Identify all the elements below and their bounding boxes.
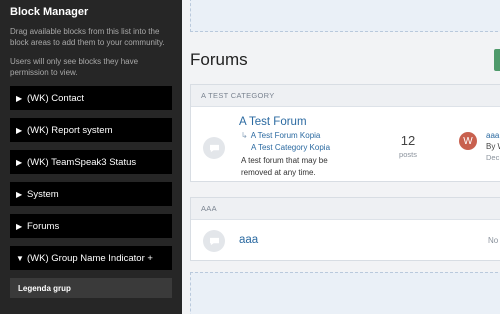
- sidebar-description: Drag available blocks from this list int…: [10, 27, 165, 47]
- forum-chat-icon: [203, 137, 225, 159]
- forum-title-link[interactable]: A Test Forum: [239, 116, 307, 128]
- forum-description: A test forum that may be removed at any …: [241, 156, 328, 177]
- caret-down-icon: ▼: [16, 253, 24, 263]
- block-drop-area-bottom[interactable]: [190, 272, 500, 314]
- block-item-teamspeak-status[interactable]: ▶ (WK) TeamSpeak3 Status: [10, 150, 172, 174]
- block-item-forums[interactable]: ▶ Forums: [10, 214, 172, 238]
- post-count: 12: [400, 133, 416, 148]
- caret-right-icon: ▶: [16, 157, 23, 167]
- block-item-group-name-indicator[interactable]: ▼ (WK) Group Name Indicator +: [10, 246, 172, 270]
- forum-chat-icon: [203, 230, 225, 252]
- block-label: (WK) TeamSpeak3 Status: [27, 156, 137, 168]
- last-post-title[interactable]: aaa: [486, 131, 499, 140]
- subforum-link[interactable]: ↳ A Test Forum Kopia: [241, 131, 320, 140]
- sidebar-title: Block Manager: [10, 6, 89, 18]
- caret-right-icon: ▶: [16, 125, 23, 135]
- block-label: System: [27, 188, 59, 200]
- avatar[interactable]: W: [459, 132, 477, 150]
- subforum-arrow-icon: ↳: [241, 131, 248, 140]
- forum-title-link[interactable]: aaa: [239, 234, 258, 246]
- caret-right-icon: ▶: [16, 189, 23, 199]
- block-item-report-system[interactable]: ▶ (WK) Report system: [10, 118, 172, 142]
- last-post-author: By W: [486, 142, 500, 151]
- subforum-link[interactable]: A Test Category Kopia: [251, 143, 330, 152]
- category-header[interactable]: AAA: [191, 198, 500, 220]
- block-drop-area-top[interactable]: [190, 0, 500, 32]
- caret-right-icon: ▶: [16, 221, 23, 231]
- caret-right-icon: ▶: [16, 93, 23, 103]
- block-child-legenda-grup[interactable]: Legenda grup: [10, 278, 172, 298]
- block-label: Forums: [27, 220, 60, 232]
- post-count-label: posts: [399, 150, 417, 159]
- main-content: Forums A TEST CATEGORY A Test Forum ↳ A T…: [182, 0, 500, 314]
- page-title: Forums: [190, 50, 248, 69]
- action-button[interactable]: [494, 49, 500, 71]
- block-label: (WK) Report system: [27, 124, 113, 136]
- category-header[interactable]: A TEST CATEGORY: [191, 85, 500, 107]
- forum-category: A TEST CATEGORY A Test Forum ↳ A Test For…: [190, 84, 500, 182]
- last-post-empty: No: [488, 236, 499, 245]
- block-manager-sidebar: Block Manager Drag available blocks from…: [0, 0, 182, 314]
- block-item-system[interactable]: ▶ System: [10, 182, 172, 206]
- block-label: (WK) Contact: [27, 92, 85, 104]
- block-label: (WK) Group Name Indicator +: [27, 252, 153, 264]
- sidebar-permission-note: Users will only see blocks they have per…: [10, 57, 139, 77]
- last-post-date: Dec: [486, 153, 500, 162]
- forum-category: AAA aaa No: [190, 197, 500, 261]
- block-item-contact[interactable]: ▶ (WK) Contact: [10, 86, 172, 110]
